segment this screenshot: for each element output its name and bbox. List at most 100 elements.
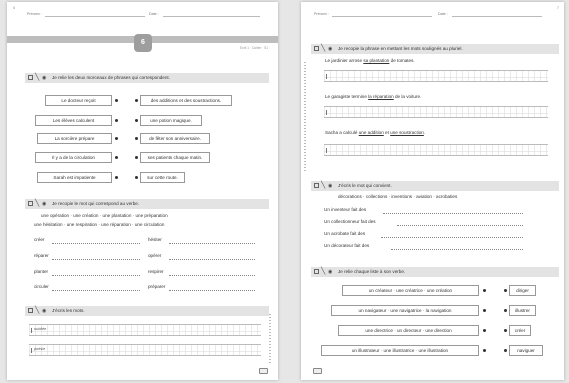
- word-list[interactable]: un illustrateur · une illustratrice · un…: [321, 345, 479, 356]
- first-name-label: Prénom :: [314, 12, 329, 16]
- book-icon: [313, 368, 322, 374]
- link-dot[interactable]: [135, 176, 138, 179]
- answer-line[interactable]: [381, 237, 523, 238]
- exercise-header: ╲ ◉ J'écris le mot qui convient.: [311, 181, 559, 191]
- sentence-end[interactable]: de fêter son anniversaire.: [140, 133, 210, 144]
- word-list[interactable]: un créateur · une créatrice · une créati…: [342, 285, 479, 296]
- sentence-end[interactable]: une potion magique.: [140, 115, 202, 126]
- underlined-word: une addition: [358, 130, 384, 135]
- pencil-icon: ╲: [321, 45, 326, 52]
- sentence-end[interactable]: sur cette route.: [140, 172, 185, 183]
- link-dot[interactable]: [135, 156, 138, 159]
- eye-icon: ◉: [328, 269, 333, 275]
- link-dot[interactable]: [135, 119, 138, 122]
- lesson-number: 6: [134, 34, 152, 52]
- exercise-header: ╲ ◉ Je recopie le mot qui correspond au …: [25, 199, 269, 209]
- answer-line[interactable]: [397, 225, 523, 226]
- page-header: Prénom : Date :: [314, 12, 542, 18]
- writing-grid[interactable]: [324, 144, 548, 156]
- writing-grid[interactable]: poésie: [29, 344, 261, 356]
- answer-line[interactable]: [52, 290, 140, 291]
- date-line[interactable]: [452, 16, 542, 17]
- verb-box[interactable]: créer: [509, 325, 531, 336]
- sentence-start[interactable]: Le docteur reçoit: [45, 95, 112, 106]
- answer-line[interactable]: [169, 290, 255, 291]
- sentence-prompt: Un décorateur fait des: [324, 243, 370, 248]
- answer-line[interactable]: [52, 243, 140, 244]
- date-label: Date :: [438, 12, 448, 16]
- sentence: Le garagiste termine la réparation de la…: [325, 94, 422, 99]
- link-dot[interactable]: [115, 156, 118, 159]
- sentence-end[interactable]: des additions et des soustractions.: [140, 95, 232, 106]
- verb-box[interactable]: naviguer: [509, 345, 543, 356]
- link-dot[interactable]: [115, 137, 118, 140]
- exercise-instruction: J'écris les mots.: [52, 308, 85, 313]
- page-header: Prénom : Date :: [27, 12, 260, 18]
- link-dot[interactable]: [483, 349, 486, 352]
- exercise-icon: [28, 201, 33, 206]
- eye-icon: ◉: [328, 183, 333, 189]
- sentence-start[interactable]: Il y a de la circulation: [35, 152, 112, 163]
- writing-grid[interactable]: oubliée: [29, 324, 261, 336]
- exercise-icon: [314, 46, 319, 51]
- link-dot[interactable]: [115, 119, 118, 122]
- date-line[interactable]: [163, 16, 260, 17]
- link-dot[interactable]: [135, 137, 138, 140]
- underlined-word: la réparation: [368, 94, 394, 99]
- link-dot[interactable]: [504, 309, 507, 312]
- answer-line[interactable]: [52, 259, 140, 260]
- verb-box[interactable]: diriger: [509, 285, 536, 296]
- pen-mark: [31, 348, 32, 353]
- writing-grid[interactable]: [324, 106, 548, 118]
- link-dot[interactable]: [504, 349, 507, 352]
- workbook-spread: 6 Prénom : Date : 6 Écrit 1 · Cahier · S…: [0, 0, 569, 383]
- answer-line[interactable]: [169, 243, 255, 244]
- sentence: Sacha a calculé une addition et une sous…: [325, 130, 426, 135]
- answer-line[interactable]: [383, 213, 523, 214]
- exercise-header: ╲ ◉ Je relie les deux morceaux de phrase…: [25, 73, 269, 83]
- link-dot[interactable]: [483, 329, 486, 332]
- writing-grid[interactable]: [324, 70, 548, 82]
- first-name-line[interactable]: [332, 16, 432, 17]
- link-dot[interactable]: [115, 176, 118, 179]
- link-dot[interactable]: [483, 289, 486, 292]
- answer-line[interactable]: [169, 275, 255, 276]
- verb-label: planter: [34, 269, 49, 274]
- pen-mark: [326, 74, 327, 79]
- link-dot[interactable]: [115, 99, 118, 102]
- pen-mark: [31, 328, 32, 333]
- exercise-instruction: Je relie chaque liste à son verbe.: [338, 269, 406, 274]
- answer-line[interactable]: [169, 259, 255, 260]
- sentence-end[interactable]: ses patients chaque matin.: [140, 152, 210, 163]
- verb-label: préparer: [148, 284, 166, 289]
- exercise-header: ╲ ◉ J'écris les mots.: [25, 306, 269, 316]
- side-scale: [304, 62, 306, 172]
- link-dot[interactable]: [504, 329, 507, 332]
- word-list[interactable]: une directrice · un directeur · une dire…: [338, 325, 479, 336]
- first-name-line[interactable]: [45, 16, 145, 17]
- sentence-start[interactable]: Les élèves calculent: [35, 115, 112, 126]
- first-name-label: Prénom :: [27, 12, 42, 16]
- link-dot[interactable]: [135, 99, 138, 102]
- answer-line[interactable]: [52, 275, 140, 276]
- model-word: poésie: [34, 347, 46, 351]
- answer-line[interactable]: [391, 249, 523, 250]
- verb-label: opérer: [148, 253, 162, 258]
- right-page: 7 Prénom : Date : ╲ ◉ Je recopie la phra…: [301, 2, 564, 380]
- left-page: 6 Prénom : Date : 6 Écrit 1 · Cahier · S…: [7, 2, 278, 380]
- sentence-start[interactable]: Sarah est impatiente: [37, 172, 112, 183]
- link-dot[interactable]: [504, 289, 507, 292]
- pencil-icon: ╲: [321, 182, 326, 189]
- model-word: oubliée: [34, 327, 47, 331]
- page-corner-number: 6: [13, 5, 16, 10]
- sentence-start[interactable]: La sorcière prépare: [37, 133, 112, 144]
- verb-box[interactable]: illustrer: [509, 305, 536, 316]
- eye-icon: ◉: [42, 308, 47, 314]
- link-dot[interactable]: [483, 309, 486, 312]
- verb-label: circuler: [34, 284, 49, 289]
- exercise-icon: [28, 308, 33, 313]
- exercise-instruction: Je recopie la phrase en mettant les mots…: [338, 46, 463, 51]
- pencil-icon: ╲: [35, 200, 40, 207]
- word-list[interactable]: un navigateur · une navigatrice · la nav…: [331, 305, 479, 316]
- verb-label: créer: [34, 237, 45, 242]
